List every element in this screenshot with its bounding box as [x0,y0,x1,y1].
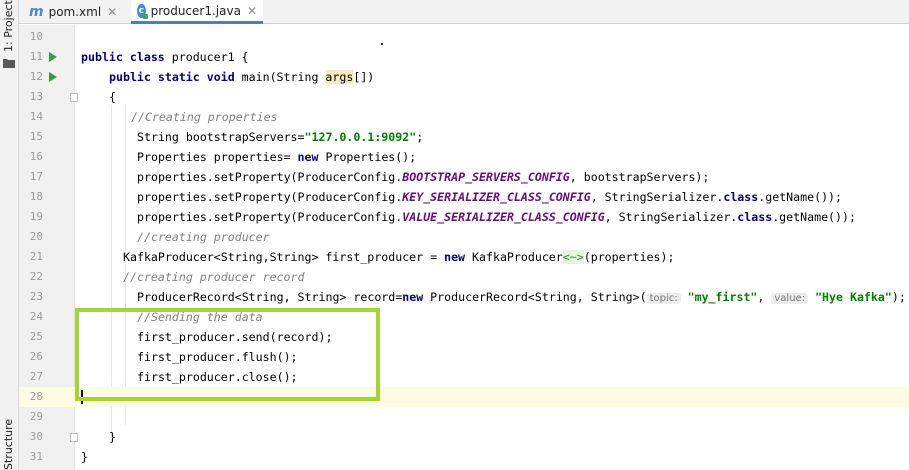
code-line: 13 { [19,87,909,107]
project-tool-label: 1: Project [2,0,15,52]
run-icon[interactable] [49,72,57,82]
code-text: KafkaProducer<String,String> first_produ… [123,250,675,264]
parameter-hint: topic: [646,293,681,304]
tab-label: pom.xml [48,5,102,19]
code-line: 30 } [19,427,909,447]
folder-icon [3,59,15,68]
line-number: 24 [29,310,43,323]
code-text: ProducerRecord<String, String> record=ne… [137,290,906,304]
line-number: 11 [29,50,43,63]
code-line: 29 [19,407,909,427]
line-number: 18 [29,190,43,203]
line-number: 25 [29,330,43,343]
code-text: public class producer1 { [81,50,249,64]
line-number: 19 [29,210,43,223]
line-number: 22 [29,270,43,283]
code-editor[interactable]: 10 11 public class producer1 { 12 public… [19,25,909,470]
code-text: properties.setProperty(ProducerConfig.KE… [137,190,843,204]
code-line: 31 } [19,447,909,467]
code-text: } [109,430,116,444]
code-line: 12 public static void main(String args[]… [19,67,909,87]
line-number: 31 [29,450,43,463]
code-line: 15 String bootstrapServers="127.0.0.1:90… [19,127,909,147]
structure-tool-tab[interactable]: Structure [0,418,19,470]
maven-icon: m [29,4,44,20]
parameter-hint: value: [771,293,809,304]
code-line: 22 //creating producer record [19,267,909,287]
annotation-highlight-box [75,308,380,401]
line-number: 13 [29,90,43,103]
line-number: 17 [29,170,43,183]
code-line: 11 public class producer1 { [19,47,909,67]
stray-dot [381,43,383,45]
tab-pom-xml[interactable]: m pom.xml ✕ [23,0,129,24]
line-number: 12 [29,70,43,83]
line-number: 23 [29,290,43,303]
code-line: 16 Properties properties= new Properties… [19,147,909,167]
code-text: String bootstrapServers="127.0.0.1:9092"… [137,130,424,144]
code-line: 23 ProducerRecord<String, String> record… [19,287,909,307]
code-text: Properties properties= new Properties(); [137,150,417,164]
code-text: properties.setProperty(ProducerConfig.VA… [137,210,856,224]
close-icon[interactable]: ✕ [247,4,257,18]
code-line: 17 properties.setProperty(ProducerConfig… [19,167,909,187]
line-number: 20 [29,230,43,243]
line-number: 15 [29,130,43,143]
tool-window-strip: 1: Project Structure [0,0,19,470]
line-number: 21 [29,250,43,263]
editor-tab-bar: m pom.xml ✕ c producer1.java ✕ [19,0,909,24]
code-text: properties.setProperty(ProducerConfig.BO… [137,170,710,184]
code-text: public static void main(String args[]) [109,70,375,84]
close-icon[interactable]: ✕ [107,5,117,19]
code-line: 20 //creating producer [19,227,909,247]
code-line: 19 properties.setProperty(ProducerConfig… [19,207,909,227]
line-number: 27 [29,370,43,383]
comment-text: //creating producer record [123,270,305,284]
tab-label: producer1.java [150,3,241,18]
code-line: 10 [19,27,909,47]
line-number: 28 [29,390,43,403]
line-number: 16 [29,150,43,163]
code-text: { [109,90,116,104]
line-number: 26 [29,350,43,363]
comment-text: //creating producer [137,230,270,244]
code-line: 21 KafkaProducer<String,String> first_pr… [19,247,909,267]
line-number: 10 [29,30,43,43]
run-icon[interactable] [49,52,57,62]
code-line: 18 properties.setProperty(ProducerConfig… [19,187,909,207]
java-class-icon: c [137,3,148,19]
code-line: 14 //Creating properties [19,107,909,127]
tab-producer1-java[interactable]: c producer1.java ✕ [131,0,263,24]
comment-text: //Creating properties [131,110,278,124]
line-number: 14 [29,110,43,123]
project-tool-tab[interactable]: 1: Project [0,0,19,54]
fold-icon[interactable] [70,433,78,442]
line-number: 29 [29,410,43,423]
fold-icon[interactable] [70,93,78,102]
code-text: } [81,450,88,464]
structure-tool-label: Structure [2,418,15,470]
line-number: 30 [29,430,43,443]
